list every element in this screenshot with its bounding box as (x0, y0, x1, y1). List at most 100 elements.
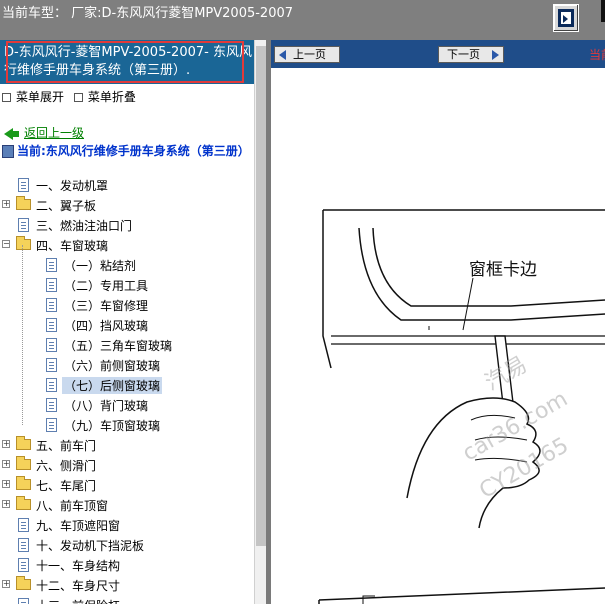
current-location: 当前:东风风行维修手册车身系统（第三册） (2, 141, 250, 161)
tree-subitem[interactable]: （四）挡风玻璃 (0, 315, 254, 335)
tree-item[interactable]: + 十二、车身尺寸 (0, 575, 254, 595)
tree-item[interactable]: + 五、前车门 (0, 435, 254, 455)
back-link-label[interactable]: 返回上一级 (24, 126, 84, 140)
expand-toggle-icon[interactable]: + (2, 500, 10, 508)
tree-subitem[interactable]: （九）车顶窗玻璃 (0, 415, 254, 435)
toggle-frame-button[interactable] (553, 4, 579, 32)
folder-open-icon (16, 236, 31, 250)
document-icon (46, 378, 57, 392)
document-icon (46, 318, 57, 332)
tree-item-label[interactable]: 六、侧滑门 (36, 457, 96, 474)
tree-item[interactable]: + 七、车尾门 (0, 475, 254, 495)
tree-item-label[interactable]: （一）粘结剂 (64, 257, 136, 274)
tree-item-label[interactable]: （六）前侧窗玻璃 (64, 357, 160, 374)
document-icon (18, 558, 29, 572)
tree-item-label[interactable]: 八、前车顶窗 (36, 497, 108, 514)
expand-icon (2, 93, 11, 102)
callout-text: 窗框卡边 (469, 260, 537, 280)
highlight-box (6, 41, 244, 83)
document-icon (18, 538, 29, 552)
document-icon (46, 298, 57, 312)
page-current-label: 当前 (589, 48, 605, 62)
folder-icon (16, 196, 31, 210)
tree-item-label[interactable]: 一、发动机罩 (36, 177, 108, 194)
collapse-icon (73, 93, 83, 102)
tree-guide-line (22, 245, 23, 425)
tree-subitem[interactable]: （八）背门玻璃 (0, 395, 254, 415)
tree-subitem[interactable]: （五）三角车窗玻璃 (0, 335, 254, 355)
tree-item-label[interactable]: 九、车顶遮阳窗 (36, 517, 120, 534)
tree-subitem[interactable]: （三）车窗修理 (0, 295, 254, 315)
tree-item-label[interactable]: 二、翼子板 (36, 197, 96, 214)
page-nav-bar: 上一页 下一页 当前 (271, 40, 605, 68)
tree-item[interactable]: 十、发动机下挡泥板 (0, 535, 254, 555)
folder-icon (16, 436, 31, 450)
tree-item-label[interactable]: 四、车窗玻璃 (36, 237, 108, 254)
expand-toggle-icon[interactable]: + (2, 580, 10, 588)
tree-item-label[interactable]: 五、前车门 (36, 437, 96, 454)
folder-icon (16, 496, 31, 510)
menu-expand-link[interactable]: 菜单展开 (16, 90, 64, 104)
tree-item-label[interactable]: 七、车尾门 (36, 477, 96, 494)
tree-item[interactable]: 十三、前保险杠 (0, 595, 254, 604)
next-page-label: 下一页 (447, 48, 480, 61)
menu-collapse-link[interactable]: 菜单折叠 (88, 90, 136, 104)
title-bar: 当前车型： 厂家:D-东风风行菱智MPV2005-2007 (0, 0, 605, 40)
left-nav-panel: D-东风风行-菱智MPV-2005-2007- 东风风行维修手册车身系统（第三册… (0, 40, 254, 604)
folder-icon (16, 576, 31, 590)
vehicle-title: 当前车型： 厂家:D-东风风行菱智MPV2005-2007 (2, 6, 294, 21)
tree-item[interactable]: + 六、侧滑门 (0, 455, 254, 475)
tree-subitem[interactable]: （六）前侧窗玻璃 (0, 355, 254, 375)
content-panel: 上一页 下一页 当前 窗框卡边 (271, 40, 605, 604)
next-page-button[interactable]: 下一页 (438, 46, 504, 63)
tree-item[interactable]: + 八、前车顶窗 (0, 495, 254, 515)
tree-item[interactable]: 一、发动机罩 (0, 175, 254, 195)
tree-item[interactable]: 三、燃油注油口门 (0, 215, 254, 235)
tree-item-label[interactable]: （三）车窗修理 (64, 297, 148, 314)
back-arrow-icon (4, 127, 19, 140)
document-icon (18, 218, 29, 232)
tree-subitem[interactable]: （七）后侧窗玻璃 (0, 375, 254, 395)
tree-item-label[interactable]: （八）背门玻璃 (64, 397, 148, 414)
tree-item[interactable]: 十一、车身结构 (0, 555, 254, 575)
tree-item-label[interactable]: 十三、前保险杠 (36, 597, 120, 604)
document-icon (46, 338, 57, 352)
current-location-text: 当前:东风风行维修手册车身系统（第三册） (17, 144, 250, 158)
document-icon (46, 258, 57, 272)
tree-item-label[interactable]: （九）车顶窗玻璃 (64, 417, 160, 434)
frame-toggle-icon (558, 9, 574, 27)
scrollbar-thumb[interactable] (256, 46, 266, 546)
document-icon (46, 418, 57, 432)
document-icon (46, 398, 57, 412)
document-icon (46, 358, 57, 372)
prev-page-button[interactable]: 上一页 (274, 46, 340, 63)
tree-subitem[interactable]: （二）专用工具 (0, 275, 254, 295)
window-edge (601, 0, 605, 22)
back-link[interactable]: 返回上一级 (4, 124, 84, 141)
tree-item-label[interactable]: （二）专用工具 (64, 277, 148, 294)
document-icon (46, 278, 57, 292)
folder-icon (16, 476, 31, 490)
tree-item[interactable]: + 二、翼子板 (0, 195, 254, 215)
expand-toggle-icon[interactable]: + (2, 480, 10, 488)
tree-item-label[interactable]: （七）后侧窗玻璃 (62, 377, 163, 394)
tree-item[interactable]: − 四、车窗玻璃 (0, 235, 254, 255)
tree-item-label[interactable]: 十二、车身尺寸 (36, 577, 120, 594)
tree-item-label[interactable]: （五）三角车窗玻璃 (64, 337, 172, 354)
tree-item-label[interactable]: 三、燃油注油口门 (36, 217, 132, 234)
menu-ops: 菜单展开 菜单折叠 (2, 88, 142, 105)
collapse-toggle-icon[interactable]: − (2, 240, 10, 248)
expand-toggle-icon[interactable]: + (2, 440, 10, 448)
tree-item-label[interactable]: （四）挡风玻璃 (64, 317, 148, 334)
tree-item[interactable]: 九、车顶遮阳窗 (0, 515, 254, 535)
document-icon (18, 518, 29, 532)
next-arrow-icon (492, 50, 499, 60)
tree-subitem[interactable]: （一）粘结剂 (0, 255, 254, 275)
tree-item-label[interactable]: 十一、车身结构 (36, 557, 120, 574)
document-icon (18, 178, 29, 192)
expand-toggle-icon[interactable]: + (2, 200, 10, 208)
manual-figure: 窗框卡边 汽易 car36.com CY20165 (271, 68, 605, 604)
tree-item-label[interactable]: 十、发动机下挡泥板 (36, 537, 144, 554)
expand-toggle-icon[interactable]: + (2, 460, 10, 468)
window-glass-diagram: 窗框卡边 (318, 209, 605, 604)
